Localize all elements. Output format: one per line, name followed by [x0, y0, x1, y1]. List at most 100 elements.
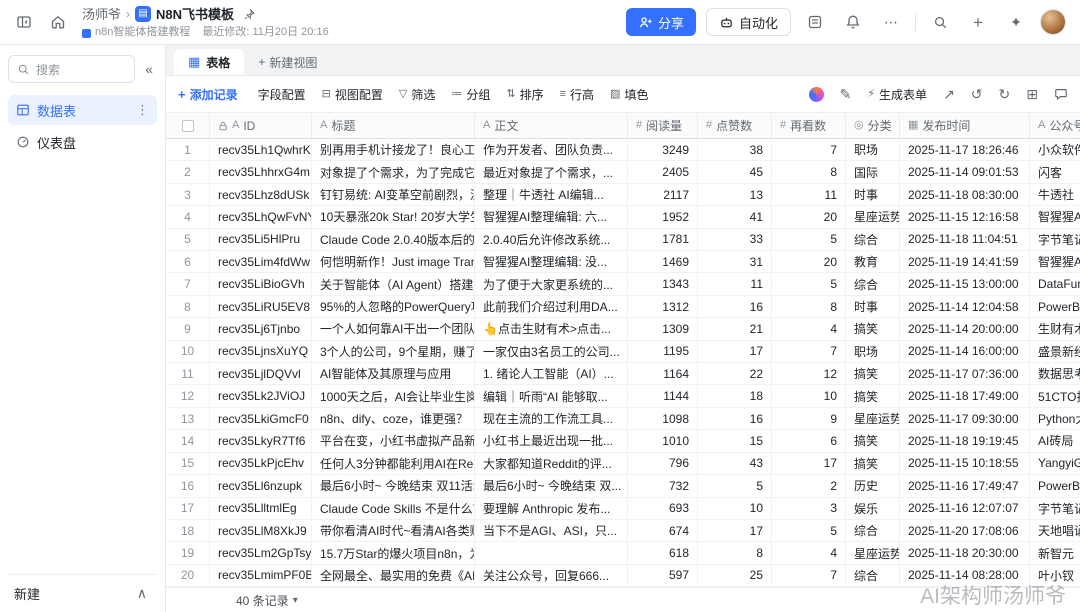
- cell-title[interactable]: 一个人如何靠AI干出一个团队的活？...: [312, 318, 475, 339]
- search-input[interactable]: 搜索: [8, 55, 135, 83]
- cell-again[interactable]: 5: [772, 273, 846, 294]
- cell-again[interactable]: 20: [772, 206, 846, 227]
- table-row[interactable]: 11recv35LjlDQVvlAI智能体及其原理与应用1. 绪论人工智能（AI…: [166, 363, 1080, 385]
- caret-down-icon[interactable]: ▾: [293, 595, 298, 606]
- cell-body[interactable]: 作为开发者、团队负责...: [475, 139, 628, 160]
- cell-body[interactable]: [475, 542, 628, 563]
- cell-reads[interactable]: 3249: [628, 139, 698, 160]
- column-header-again[interactable]: #再看数: [772, 113, 846, 138]
- cell-account[interactable]: 小众软件: [1030, 139, 1080, 160]
- table-row[interactable]: 3recv35Lhz8dUSk钉钉易统: AI变革空前剧烈，没有企...整理｜牛…: [166, 184, 1080, 206]
- cell-title[interactable]: 95%的人忽略的PowerQuery功能:...: [312, 296, 475, 317]
- cell-id[interactable]: recv35Lm2GpTsy: [210, 542, 312, 563]
- new-button[interactable]: 新建: [14, 584, 40, 603]
- column-header-account[interactable]: A公众号: [1030, 113, 1080, 138]
- redo-icon[interactable]: ↻: [999, 87, 1011, 101]
- cell-category[interactable]: 搞笑: [846, 318, 900, 339]
- cell-id[interactable]: recv35LlltmlEg: [210, 498, 312, 519]
- cell-again[interactable]: 8: [772, 296, 846, 317]
- cell-row-number[interactable]: 3: [166, 184, 210, 205]
- cell-likes[interactable]: 16: [698, 296, 772, 317]
- cell-likes[interactable]: 21: [698, 318, 772, 339]
- field-config-button[interactable]: 字段配置: [254, 86, 306, 103]
- cell-again[interactable]: 7: [772, 139, 846, 160]
- generate-form-button[interactable]: ⚡生成表单: [867, 86, 927, 103]
- table-row[interactable]: 17recv35LlltmlEgClaude Code Skills 不是什么？…: [166, 498, 1080, 520]
- cell-likes[interactable]: 25: [698, 565, 772, 586]
- column-header-category[interactable]: ◎分类: [846, 113, 900, 138]
- cell-id[interactable]: recv35LkyR7Tf6: [210, 430, 312, 451]
- cell-again[interactable]: 11: [772, 184, 846, 205]
- cell-title[interactable]: AI智能体及其原理与应用: [312, 363, 475, 384]
- cell-account[interactable]: 生财有术: [1030, 318, 1080, 339]
- cell-title[interactable]: 何恺明新作！Just image Transfor...: [312, 251, 475, 272]
- cell-likes[interactable]: 15: [698, 430, 772, 451]
- home-button[interactable]: [44, 8, 72, 36]
- cell-reads[interactable]: 1098: [628, 408, 698, 429]
- cell-title[interactable]: 最后6小时~ 今晚结束 双11活动倒计...: [312, 475, 475, 496]
- cell-category[interactable]: 历史: [846, 475, 900, 496]
- cell-title[interactable]: Claude Code 2.0.40版本后的一些...: [312, 229, 475, 250]
- cell-reads[interactable]: 2405: [628, 161, 698, 182]
- cell-reads[interactable]: 1309: [628, 318, 698, 339]
- cell-again[interactable]: 8: [772, 161, 846, 182]
- cell-again[interactable]: 5: [772, 229, 846, 250]
- cell-id[interactable]: recv35Li5HlPru: [210, 229, 312, 250]
- table-row[interactable]: 14recv35LkyR7Tf6平台在变，小红书虚拟产品新玩法小红书上最近出现一…: [166, 430, 1080, 452]
- cell-body[interactable]: 最近对象提了个需求，...: [475, 161, 628, 182]
- cell-id[interactable]: recv35Lh1QwhrK: [210, 139, 312, 160]
- cell-reads[interactable]: 693: [628, 498, 698, 519]
- cell-date[interactable]: 2025-11-14 09:01:53: [900, 161, 1030, 182]
- cell-body[interactable]: 整理｜牛透社 AI编辑...: [475, 184, 628, 205]
- column-header-title[interactable]: A标题: [312, 113, 475, 138]
- global-search-button[interactable]: [926, 8, 954, 36]
- table-row[interactable]: 18recv35LlM8XkJ9带你看清AI时代~看清AI各类赚钱方...当下不…: [166, 520, 1080, 542]
- cell-account[interactable]: 字节笔记本: [1030, 498, 1080, 519]
- form-button[interactable]: [801, 8, 829, 36]
- magic-wand-icon[interactable]: ✎: [840, 87, 852, 101]
- cell-account[interactable]: PowerBI星...: [1030, 475, 1080, 496]
- table-row[interactable]: 9recv35Lj6Tjnbo一个人如何靠AI干出一个团队的活？...👆点击生财…: [166, 318, 1080, 340]
- cell-likes[interactable]: 18: [698, 385, 772, 406]
- ai-gradient-icon[interactable]: [809, 87, 824, 102]
- cell-body[interactable]: 当下不是AGI、ASI，只...: [475, 520, 628, 541]
- cell-row-number[interactable]: 19: [166, 542, 210, 563]
- cell-account[interactable]: 智猩猩AI: [1030, 251, 1080, 272]
- cell-row-number[interactable]: 1: [166, 139, 210, 160]
- cell-again[interactable]: 9: [772, 408, 846, 429]
- cell-reads[interactable]: 1952: [628, 206, 698, 227]
- cell-reads[interactable]: 1781: [628, 229, 698, 250]
- cell-row-number[interactable]: 17: [166, 498, 210, 519]
- cell-likes[interactable]: 11: [698, 273, 772, 294]
- view-config-button[interactable]: ⊟视图配置: [322, 86, 383, 103]
- cell-date[interactable]: 2025-11-18 20:30:00: [900, 542, 1030, 563]
- cell-category[interactable]: 国际: [846, 161, 900, 182]
- tab-grid-view[interactable]: ▦ 表格: [174, 49, 244, 75]
- cell-likes[interactable]: 16: [698, 408, 772, 429]
- cell-category[interactable]: 搞笑: [846, 363, 900, 384]
- table-row[interactable]: 6recv35Lim4fdWw何恺明新作！Just image Transfor…: [166, 251, 1080, 273]
- breadcrumb-root[interactable]: 汤师爷: [82, 7, 121, 23]
- doc-location[interactable]: n8n智能体搭建教程: [82, 26, 190, 39]
- cell-likes[interactable]: 22: [698, 363, 772, 384]
- cell-likes[interactable]: 13: [698, 184, 772, 205]
- cell-date[interactable]: 2025-11-16 12:07:07: [900, 498, 1030, 519]
- cell-reads[interactable]: 796: [628, 453, 698, 474]
- table-row[interactable]: 15recv35LkPjcEhv任何人3分钟都能利用AI在Reddit完...大…: [166, 453, 1080, 475]
- cell-date[interactable]: 2025-11-15 13:00:00: [900, 273, 1030, 294]
- cell-row-number[interactable]: 11: [166, 363, 210, 384]
- sidebar-toggle-button[interactable]: [10, 8, 38, 36]
- ai-assistant-button[interactable]: ✦: [1002, 8, 1030, 36]
- cell-again[interactable]: 4: [772, 542, 846, 563]
- cell-date[interactable]: 2025-11-17 07:36:00: [900, 363, 1030, 384]
- cell-body[interactable]: 为了便于大家更系统的...: [475, 273, 628, 294]
- more-button[interactable]: ⋯: [877, 8, 905, 36]
- cell-id[interactable]: recv35LjlDQVvl: [210, 363, 312, 384]
- cell-account[interactable]: 天地唱诵: [1030, 520, 1080, 541]
- cell-body[interactable]: 1. 绪论人工智能（AI）...: [475, 363, 628, 384]
- cell-likes[interactable]: 33: [698, 229, 772, 250]
- row-height-button[interactable]: ≡行高: [560, 86, 594, 103]
- cell-category[interactable]: 职场: [846, 139, 900, 160]
- cell-category[interactable]: 综合: [846, 273, 900, 294]
- cell-id[interactable]: recv35LhQwFvNY: [210, 206, 312, 227]
